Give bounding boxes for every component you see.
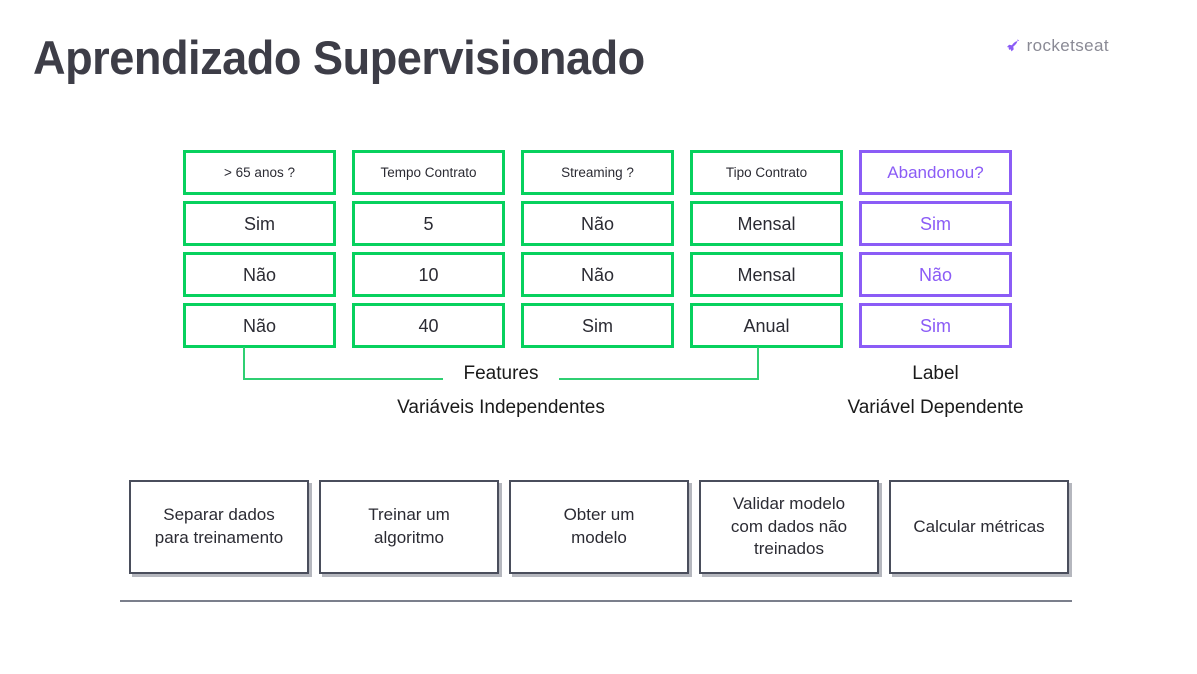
table-cell: 40 [352,303,505,348]
table-cell: Não [183,303,336,348]
features-bracket: Features [243,347,759,384]
table-cell: Mensal [690,201,843,246]
process-step: Obter um modelo [509,480,689,574]
table-cell: Sim [183,201,336,246]
features-subtitle: Variáveis Independentes [397,397,605,418]
process-step: Treinar um algoritmo [319,480,499,574]
table-cell-label: Sim [859,303,1012,348]
rocket-icon [1006,38,1019,51]
table-cell: Anual [690,303,843,348]
table-header-cell: Streaming ? [521,150,674,195]
brand-logo: rocketseat [1004,36,1109,56]
table-cell: Sim [521,303,674,348]
features-title: Features [243,363,759,385]
table-cell: Não [521,252,674,297]
footer-divider [120,600,1072,602]
dataset-table: > 65 anos ? Tempo Contrato Streaming ? T… [183,150,1012,348]
table-cell: Não [183,252,336,297]
process-flow: Separar dados para treinamento Treinar u… [129,480,1069,574]
table-cell-label: Sim [859,201,1012,246]
page-title: Aprendizado Supervisionado [33,31,645,84]
process-step: Separar dados para treinamento [129,480,309,574]
table-cell-label: Não [859,252,1012,297]
table-header-cell: Tempo Contrato [352,150,505,195]
features-title-text: Features [453,363,549,384]
process-step: Calcular métricas [889,480,1069,574]
table-cell: 5 [352,201,505,246]
process-step: Validar modelo com dados não treinados [699,480,879,574]
table-cell: Não [521,201,674,246]
brand-name: rocketseat [1026,36,1109,55]
label-title: Label [912,363,959,384]
label-subtitle: Variável Dependente [847,397,1024,418]
table-cell: 10 [352,252,505,297]
table-cell: Mensal [690,252,843,297]
table-header-cell-label: Abandonou? [859,150,1012,195]
table-header-cell: > 65 anos ? [183,150,336,195]
slide-root: Aprendizado Supervisionado rocketseat > … [0,0,1197,674]
table-header-cell: Tipo Contrato [690,150,843,195]
